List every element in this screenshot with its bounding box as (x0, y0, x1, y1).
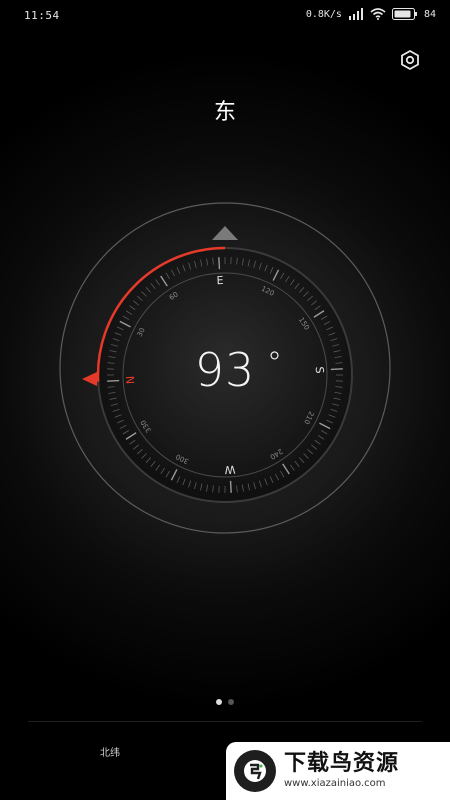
latitude-label: 北纬 (100, 748, 120, 759)
watermark-badge: 下载鸟资源 www.xiazainiao.com (226, 742, 450, 800)
heading-value: 93 (194, 343, 256, 397)
compass-dial[interactable]: NESW3060 120150210240300330 (0, 0, 450, 800)
cardinal-label-w: W (224, 463, 236, 477)
page-dot-1[interactable] (216, 699, 222, 705)
degree-symbol: ° (267, 346, 283, 381)
tick-mark (330, 368, 343, 371)
cardinal-label-s: S (313, 366, 326, 374)
cardinal-label-n: N (124, 375, 137, 384)
watermark-url: www.xiazainiao.com (284, 778, 386, 789)
tick-mark (107, 379, 120, 382)
cardinal-label-e: E (216, 274, 224, 287)
page-dot-2[interactable] (228, 699, 234, 705)
north-pointer (82, 372, 97, 386)
watermark-title: 下载鸟资源 (284, 751, 400, 776)
tick-mark (229, 480, 232, 493)
heading-readout: 93 ° (175, 340, 282, 400)
compass-screen: 11:54 0.8K/s 84 东 N E S W 30 60 120 150 … (0, 0, 450, 800)
page-indicator[interactable] (0, 699, 450, 705)
tick-mark (218, 257, 221, 270)
bird-logo-icon (234, 750, 276, 792)
heading-marker (212, 226, 238, 240)
bottom-divider (28, 721, 422, 722)
